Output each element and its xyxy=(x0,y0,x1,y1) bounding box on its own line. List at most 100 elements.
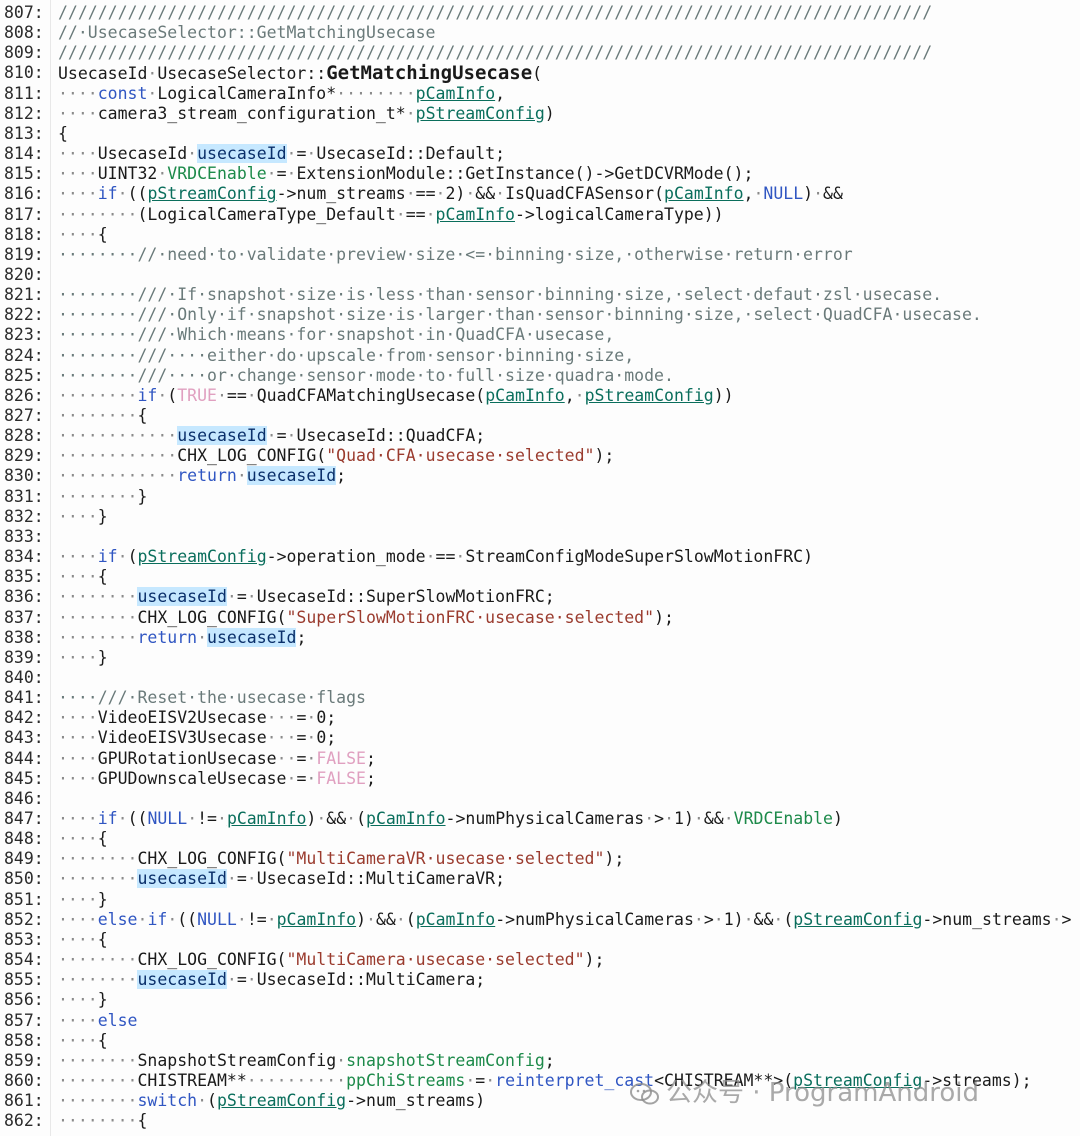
code-line: 827: ········{ xyxy=(0,406,1080,426)
code-text: ····{ xyxy=(58,829,108,849)
code-text: ····} xyxy=(58,990,108,1010)
line-number: 862: xyxy=(4,1111,44,1131)
code-comment: ········///····or·change·sensor·mode·to·… xyxy=(58,365,674,385)
line-number: 857: xyxy=(4,1010,44,1030)
line-number: 846: xyxy=(4,788,44,808)
code-comment: ····///·Reset·the·usecase·flags xyxy=(58,688,366,708)
code-text: ····GPURotationUsecase··=·FALSE; xyxy=(58,748,376,768)
line-number: 837: xyxy=(4,607,44,627)
code-text: ····} xyxy=(58,889,108,909)
code-line: 845: ····GPUDownscaleUsecase·=·FALSE; xyxy=(0,769,1080,789)
code-text: ····VideoEISV3Usecase···=·0; xyxy=(58,728,337,748)
code-line: 854: ········CHX_LOG_CONFIG("MultiCamera·… xyxy=(0,950,1080,970)
code-line: 807: ////////////////////////////////////… xyxy=(0,3,1080,23)
code-text: ············usecaseId·=·UsecaseId::QuadC… xyxy=(58,426,486,446)
line-number: 808: xyxy=(4,23,44,43)
line-number: 858: xyxy=(4,1030,44,1050)
wechat-icon xyxy=(630,1082,659,1104)
code-line: 857: ····else xyxy=(0,1011,1080,1031)
code-comment: ········//·need·to·validate·preview·size… xyxy=(58,244,853,264)
code-text: ····} xyxy=(58,647,108,667)
code-comment: ////////////////////////////////////////… xyxy=(58,43,933,63)
code-line: 831: ········} xyxy=(0,487,1080,507)
line-number: 826: xyxy=(4,385,44,405)
line-number: 811: xyxy=(4,83,44,103)
line-number: 813: xyxy=(4,123,44,143)
code-line: 818: ····{ xyxy=(0,225,1080,245)
code-text: ····{ xyxy=(58,929,108,949)
code-line: 856: ····} xyxy=(0,990,1080,1010)
line-number: 807: xyxy=(4,3,44,22)
code-line: 835: ····{ xyxy=(0,567,1080,587)
line-number: 861: xyxy=(4,1091,44,1111)
code-line: 848: ····{ xyxy=(0,829,1080,849)
code-line: 836: ········usecaseId·=·UsecaseId::Super… xyxy=(0,587,1080,607)
code-line: 851: ····} xyxy=(0,890,1080,910)
code-line: 833: xyxy=(0,527,1080,547)
code-text: ····else·if·((NULL·!=·pCamInfo)·&&·(pCam… xyxy=(58,909,1072,929)
code-line: 859: ········SnapshotStreamConfig·snapsho… xyxy=(0,1051,1080,1071)
code-text: ········usecaseId·=·UsecaseId::MultiCame… xyxy=(58,970,486,990)
line-number: 833: xyxy=(4,526,44,546)
line-number: 819: xyxy=(4,244,44,264)
code-line: 844: ····GPURotationUsecase··=·FALSE; xyxy=(0,749,1080,769)
line-number: 823: xyxy=(4,325,44,345)
code-text: ········SnapshotStreamConfig·snapshotStr… xyxy=(58,1050,555,1070)
code-text: ········usecaseId·=·UsecaseId::SuperSlow… xyxy=(58,587,555,607)
line-number: 809: xyxy=(4,43,44,63)
line-number: 838: xyxy=(4,627,44,647)
line-number: 848: xyxy=(4,829,44,849)
code-line: 843: ····VideoEISV3Usecase···=·0; xyxy=(0,728,1080,748)
code-line: 840: xyxy=(0,668,1080,688)
code-text: ········{ xyxy=(58,406,148,425)
line-number: 842: xyxy=(4,708,44,728)
line-number: 815: xyxy=(4,164,44,184)
code-text: ········{ xyxy=(58,1111,148,1131)
code-text: ········CHX_LOG_CONFIG("SuperSlowMotionF… xyxy=(58,607,674,627)
code-line: 826: ········if·(TRUE·==·QuadCFAMatchingU… xyxy=(0,386,1080,406)
code-comment: ········///·If·snapshot·size·is·less·tha… xyxy=(58,285,943,305)
code-text: ········usecaseId·=·UsecaseId::MultiCame… xyxy=(58,869,506,889)
code-comment: ········///····either·do·upscale·from·se… xyxy=(58,345,635,365)
line-number: 836: xyxy=(4,587,44,607)
line-number: 821: xyxy=(4,285,44,305)
code-text: ········switch·(pStreamConfig->num_strea… xyxy=(58,1091,486,1111)
code-comment: ········///·Only·if·snapshot·size·is·lar… xyxy=(58,305,982,325)
code-text: ········} xyxy=(58,486,148,506)
code-text: ····VideoEISV2Usecase···=·0; xyxy=(58,708,337,728)
line-number: 828: xyxy=(4,426,44,446)
line-number: 845: xyxy=(4,768,44,788)
code-line: 823: ········///·Which·means·for·snapshot… xyxy=(0,325,1080,345)
line-number: 860: xyxy=(4,1070,44,1090)
code-text: ····{ xyxy=(58,1030,108,1050)
code-line: 841: ····///·Reset·the·usecase·flags xyxy=(0,688,1080,708)
line-number: 814: xyxy=(4,144,44,164)
code-text: ····{ xyxy=(58,224,108,244)
line-number: 816: xyxy=(4,184,44,204)
code-line: 830: ············return·usecaseId; xyxy=(0,466,1080,486)
code-text: ····const·LogicalCameraInfo*········pCam… xyxy=(58,83,506,103)
code-text: ········CHX_LOG_CONFIG("MultiCameraVR·us… xyxy=(58,849,625,869)
code-line: 824: ········///····either·do·upscale·fro… xyxy=(0,346,1080,366)
line-number: 851: xyxy=(4,889,44,909)
line-number: 840: xyxy=(4,667,44,687)
line-number: 852: xyxy=(4,909,44,929)
code-line: 839: ····} xyxy=(0,648,1080,668)
line-number: 829: xyxy=(4,446,44,466)
code-text: ····if·((pStreamConfig->num_streams·==·2… xyxy=(58,184,843,204)
code-line: 846: xyxy=(0,789,1080,809)
code-line: 842: ····VideoEISV2Usecase···=·0; xyxy=(0,708,1080,728)
line-number: 850: xyxy=(4,869,44,889)
code-line: 837: ········CHX_LOG_CONFIG("SuperSlowMot… xyxy=(0,608,1080,628)
code-line: 862: ········{ xyxy=(0,1111,1080,1131)
line-number: 847: xyxy=(4,809,44,828)
code-line: 847: ····if·((NULL·!=·pCamInfo)·&&·(pCamI… xyxy=(0,809,1080,829)
code-line: 852: ····else·if·((NULL·!=·pCamInfo)·&&·(… xyxy=(0,910,1080,930)
watermark: 公众号 · ProgramAndroid xyxy=(630,1072,979,1109)
line-number: 839: xyxy=(4,647,44,667)
code-editor[interactable]: 807: ////////////////////////////////////… xyxy=(0,0,1080,1136)
code-line: 813: { xyxy=(0,124,1080,144)
code-comment: ////////////////////////////////////////… xyxy=(58,3,933,22)
code-text: ········if·(TRUE·==·QuadCFAMatchingUseca… xyxy=(58,385,734,405)
code-line: 814: ····UsecaseId·usecaseId·=·UsecaseId:… xyxy=(0,144,1080,164)
